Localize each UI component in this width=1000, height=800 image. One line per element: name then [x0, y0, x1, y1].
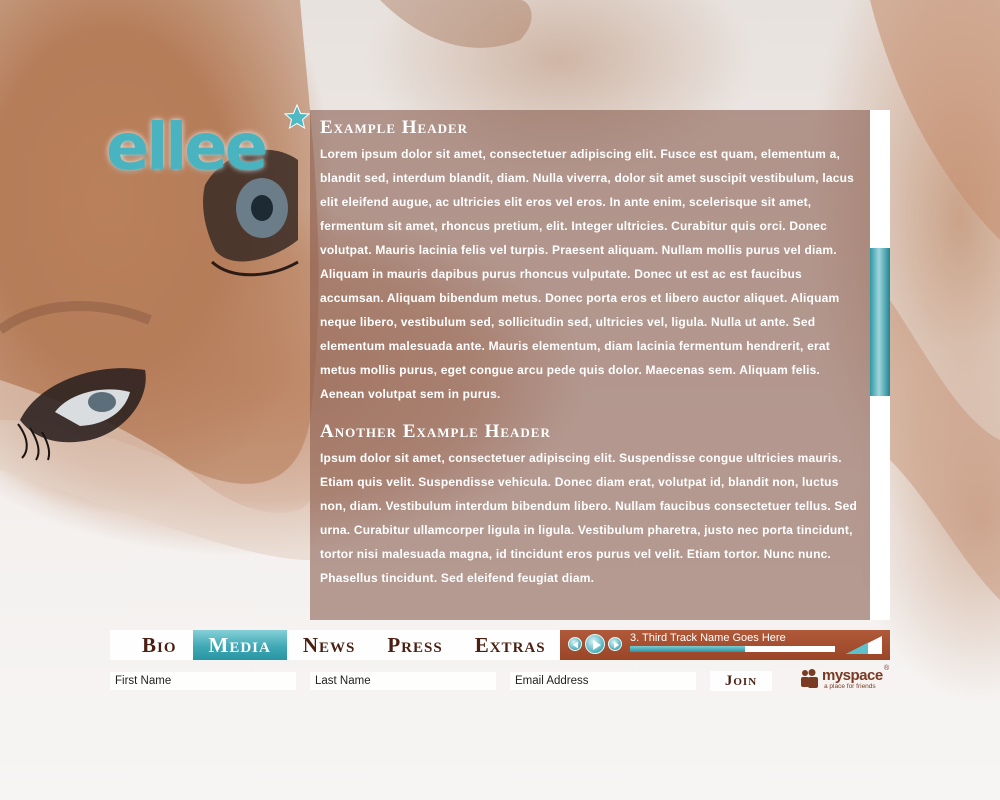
content-section: Example Header Lorem ipsum dolor sit ame…	[320, 118, 860, 406]
section-body: Ipsum dolor sit amet, consectetuer adipi…	[320, 451, 858, 585]
join-button[interactable]: Join	[710, 671, 772, 691]
volume-icon[interactable]	[846, 636, 882, 654]
music-player: 3. Third Track Name Goes Here	[560, 630, 890, 660]
play-icon[interactable]	[585, 634, 605, 654]
ellee-logo[interactable]: ellee	[106, 104, 310, 192]
nav-item-news[interactable]: News	[287, 630, 372, 660]
myspace-wordmark: myspace	[822, 667, 883, 684]
main-nav: Bio Media News Press Extras	[110, 630, 560, 660]
track-progress-bar[interactable]	[630, 646, 835, 652]
next-icon[interactable]	[608, 637, 622, 651]
content-section: Another Example Header Ipsum dolor sit a…	[320, 422, 860, 590]
star-icon	[284, 104, 310, 130]
nav-item-extras[interactable]: Extras	[459, 630, 562, 660]
scrollbar-thumb[interactable]	[870, 248, 890, 396]
nav-item-media[interactable]: Media	[192, 630, 287, 660]
section-header: Example Header	[320, 117, 469, 138]
nav-item-press[interactable]: Press	[371, 630, 458, 660]
content-scrollbar[interactable]	[870, 110, 890, 620]
logo-wordmark: ellee	[106, 111, 268, 185]
nav-item-bio[interactable]: Bio	[110, 630, 193, 660]
myspace-people-icon	[801, 669, 818, 688]
content-panel: Example Header Lorem ipsum dolor sit ame…	[310, 110, 870, 620]
prev-icon[interactable]	[568, 637, 582, 651]
track-progress-fill	[630, 646, 745, 652]
track-name: 3. Third Track Name Goes Here	[630, 632, 786, 644]
section-header: Another Example Header	[320, 421, 551, 442]
first-name-field[interactable]	[110, 672, 296, 690]
myspace-logo[interactable]: myspace ® a place for friends	[800, 665, 892, 693]
email-field[interactable]	[510, 672, 696, 690]
section-body: Lorem ipsum dolor sit amet, consectetuer…	[320, 147, 855, 401]
last-name-field[interactable]	[310, 672, 496, 690]
myspace-tagline: a place for friends	[824, 683, 876, 690]
registered-mark: ®	[884, 665, 890, 672]
